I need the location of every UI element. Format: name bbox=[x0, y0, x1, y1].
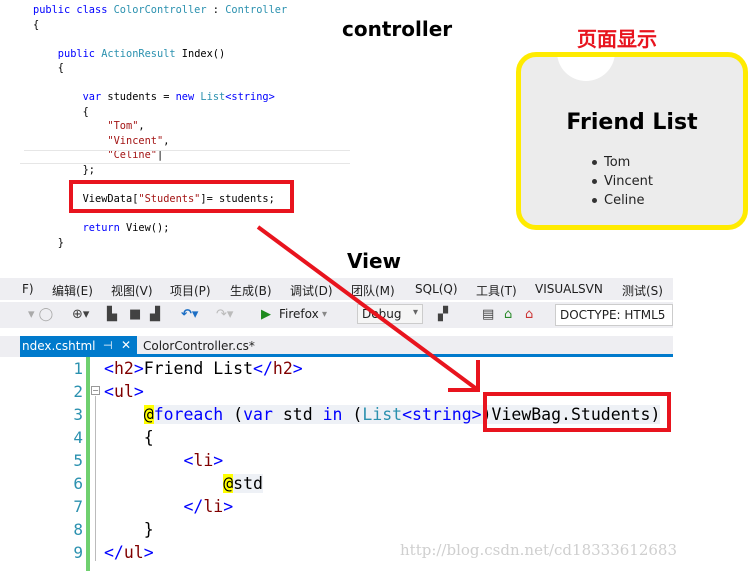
watermark: http://blog.csdn.net/cd18333612683 bbox=[400, 541, 678, 559]
arrow-line bbox=[256, 225, 480, 392]
arrow-overlay bbox=[256, 225, 480, 392]
